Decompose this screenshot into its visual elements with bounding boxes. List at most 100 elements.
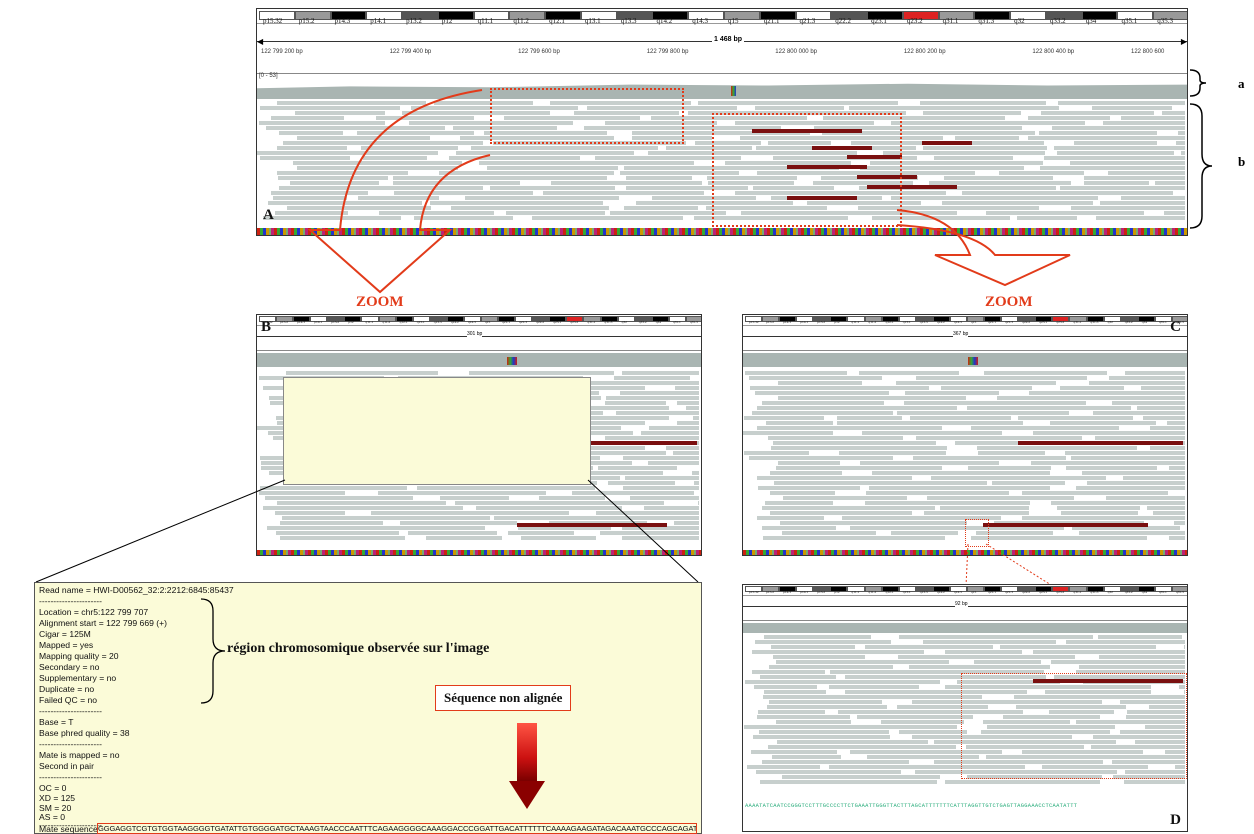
aligned-read[interactable] [1065, 466, 1157, 470]
aligned-read[interactable] [961, 191, 1174, 195]
aligned-read[interactable] [744, 725, 958, 729]
aligned-read[interactable] [977, 451, 1046, 455]
aligned-read[interactable] [1058, 101, 1185, 105]
aligned-read[interactable] [1137, 406, 1185, 410]
aligned-read[interactable] [1029, 391, 1185, 395]
aligned-read[interactable] [1084, 176, 1185, 180]
aligned-read[interactable] [757, 710, 826, 714]
aligned-read[interactable] [1095, 436, 1185, 440]
aligned-read[interactable] [675, 386, 699, 390]
aligned-read[interactable] [769, 665, 893, 669]
aligned-read[interactable] [1054, 146, 1185, 150]
aligned-read[interactable] [910, 416, 1011, 420]
aligned-read[interactable] [605, 396, 699, 400]
aligned-read[interactable] [871, 471, 1051, 475]
aligned-read[interactable] [648, 426, 699, 430]
aligned-read[interactable] [1178, 131, 1185, 135]
aligned-read[interactable] [749, 456, 893, 460]
aligned-read[interactable] [941, 386, 1032, 390]
aligned-read[interactable] [749, 376, 883, 380]
aligned-read[interactable] [770, 491, 835, 495]
aligned-read[interactable] [761, 506, 936, 510]
aligned-read[interactable] [770, 471, 843, 475]
aligned-read[interactable] [1112, 401, 1185, 405]
aligned-read[interactable] [1183, 645, 1185, 649]
aligned-read[interactable] [1033, 431, 1185, 435]
aligned-read[interactable] [1061, 511, 1138, 515]
softclipped-read[interactable] [922, 141, 972, 145]
aligned-read[interactable] [1051, 501, 1185, 505]
aligned-read[interactable] [757, 715, 851, 719]
aligned-read[interactable] [771, 755, 841, 759]
aligned-read[interactable] [1027, 136, 1185, 140]
aligned-read[interactable] [768, 745, 957, 749]
aligned-read[interactable] [1098, 635, 1183, 639]
aligned-read[interactable] [977, 446, 1138, 450]
aligned-read[interactable] [778, 381, 862, 385]
aligned-read[interactable] [774, 481, 987, 485]
aligned-read[interactable] [895, 381, 1056, 385]
aligned-read[interactable] [1120, 196, 1185, 200]
aligned-read[interactable] [944, 650, 1023, 654]
aligned-read[interactable] [1060, 386, 1125, 390]
aligned-read[interactable] [971, 426, 1119, 430]
aligned-read[interactable] [1065, 640, 1185, 644]
aligned-read[interactable] [505, 211, 605, 215]
aligned-read[interactable] [767, 436, 903, 440]
chromosome-ideogram-b[interactable]: p15.32 p15.2 p14.3 p14.1 p13.2 p12 q11.1 q11.2 q… [257, 315, 701, 326]
aligned-read[interactable] [1102, 121, 1185, 125]
aligned-read[interactable] [764, 635, 872, 639]
aligned-read[interactable] [773, 441, 936, 445]
aligned-read[interactable] [754, 391, 889, 395]
aligned-read[interactable] [836, 416, 903, 420]
aligned-read[interactable] [1180, 151, 1185, 155]
aligned-read[interactable] [1162, 111, 1185, 115]
aligned-read[interactable] [945, 780, 1100, 784]
aligned-read[interactable] [897, 411, 1070, 415]
aligned-read[interactable] [1120, 116, 1185, 120]
aligned-read[interactable] [750, 386, 929, 390]
aligned-read[interactable] [1065, 451, 1185, 455]
aligned-read[interactable] [479, 161, 695, 165]
aligned-read[interactable] [1032, 650, 1185, 654]
aligned-read[interactable] [744, 416, 824, 420]
aligned-read[interactable] [1106, 496, 1185, 500]
aligned-read[interactable] [829, 685, 920, 689]
aligned-read[interactable] [1122, 476, 1185, 480]
aligned-read[interactable] [1125, 371, 1185, 375]
aligned-read[interactable] [1060, 186, 1185, 190]
aligned-read[interactable] [766, 421, 834, 425]
aligned-read[interactable] [997, 396, 1185, 400]
aligned-read[interactable] [604, 401, 667, 405]
aligned-read[interactable] [775, 466, 943, 470]
aligned-read[interactable] [751, 650, 924, 654]
aligned-read[interactable] [752, 411, 894, 415]
coverage-track-c[interactable] [743, 353, 1187, 367]
aligned-read[interactable] [778, 396, 967, 400]
aligned-read[interactable] [758, 486, 860, 490]
aligned-read[interactable] [868, 486, 1050, 490]
aligned-read[interactable] [838, 451, 946, 455]
aligned-read[interactable] [532, 216, 684, 220]
aligned-read[interactable] [743, 431, 833, 435]
aligned-read[interactable] [1070, 161, 1185, 165]
aligned-read[interactable] [782, 496, 908, 500]
aligned-read[interactable] [1043, 156, 1185, 160]
aligned-read[interactable] [998, 171, 1084, 175]
aligned-read[interactable] [943, 176, 1053, 180]
aligned-read[interactable] [966, 406, 1131, 410]
aligned-read[interactable] [1017, 416, 1134, 420]
aligned-read[interactable] [487, 166, 618, 170]
aligned-read[interactable] [755, 770, 902, 774]
aligned-read[interactable] [1021, 491, 1168, 495]
aligned-read[interactable] [1175, 141, 1185, 145]
aligned-read[interactable] [1086, 481, 1185, 485]
aligned-read[interactable] [923, 111, 1021, 115]
aligned-read[interactable] [640, 431, 699, 435]
aligned-read[interactable] [676, 421, 699, 425]
aligned-read[interactable] [865, 645, 994, 649]
aligned-read[interactable] [286, 371, 439, 375]
aligned-read[interactable] [1149, 426, 1185, 430]
read-info-popup[interactable]: Read name = HWI-D00562_32:2:2212:6845:85… [34, 582, 702, 834]
aligned-read[interactable] [862, 431, 1002, 435]
